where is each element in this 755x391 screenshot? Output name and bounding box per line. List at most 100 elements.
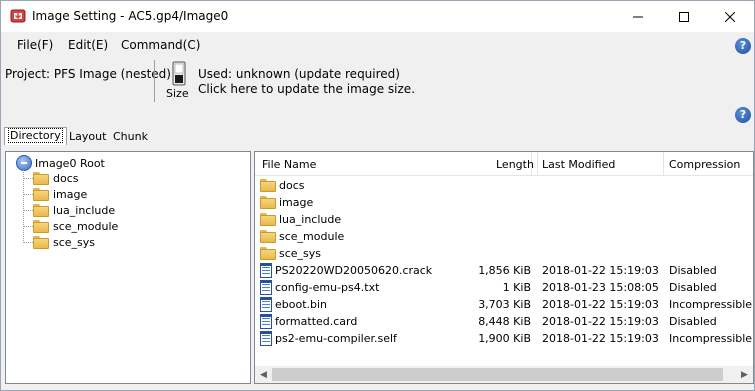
tab-chunk-label: Chunk [113, 130, 148, 143]
name-cell: PS20220WD20050620.crack [260, 262, 432, 279]
table-row[interactable]: docs [255, 177, 753, 194]
file-list[interactable]: File Name Length Last Modified Compressi… [254, 151, 754, 384]
tab-directory-label: Directory [8, 128, 63, 143]
table-row[interactable]: config-emu-ps4.txt 1 KiB 2018-01-23 15:08:… [255, 279, 753, 296]
file-icon [260, 331, 272, 346]
file-last-modified: 2018-01-22 15:19:03 [542, 332, 659, 345]
file-name: lua_include [279, 213, 342, 226]
file-name: sce_sys [279, 247, 322, 260]
folder-icon [260, 247, 276, 260]
list-header: File Name Length Last Modified Compressi… [255, 152, 753, 176]
table-row[interactable]: lua_include [255, 211, 753, 228]
tab-layout[interactable]: Layout [66, 129, 109, 145]
folder-icon [260, 213, 276, 226]
folder-icon [33, 187, 49, 201]
file-length: 8,448 KiB [478, 315, 531, 328]
tree-item-label: lua_include [53, 203, 116, 217]
tree-item-label: image [53, 187, 88, 201]
used-size-text[interactable]: Used: unknown (update required) [198, 67, 400, 81]
menu-file[interactable]: File(F) [17, 38, 53, 52]
update-size-link[interactable]: Click here to update the image size. [198, 82, 415, 96]
tree-item-docs[interactable]: docs [23, 170, 79, 186]
table-row[interactable]: ps2-emu-compiler.self 1,900 KiB 2018-01-22… [255, 330, 753, 347]
file-compression: Disabled [669, 281, 717, 294]
help-icon-secondary[interactable]: ? [735, 107, 751, 123]
file-name: PS20220WD20050620.crack [275, 264, 433, 277]
file-length: 3,703 KiB [478, 298, 531, 311]
column-header-last-modified[interactable]: Last Modified [542, 158, 615, 171]
table-row[interactable]: sce_sys [255, 245, 753, 262]
file-name: config-emu-ps4.txt [275, 281, 380, 294]
tree-root-label: Image0 Root [35, 156, 105, 170]
tree-item-sce-module[interactable]: sce_module [23, 218, 118, 234]
maximize-button[interactable] [661, 1, 707, 32]
file-compression: Disabled [669, 264, 717, 277]
column-header-length[interactable]: Length [496, 158, 534, 171]
file-last-modified: 2018-01-23 15:08:05 [542, 281, 659, 294]
folder-icon [33, 171, 49, 185]
menu-command[interactable]: Command(C) [121, 38, 200, 52]
scroll-right-icon[interactable]: ▶ [736, 366, 753, 383]
name-cell: sce_module [260, 228, 344, 245]
file-name: sce_module [279, 230, 345, 243]
close-button[interactable] [707, 1, 753, 32]
file-icon [260, 263, 272, 278]
file-length: 1,856 KiB [478, 264, 531, 277]
tree-item-sce-sys[interactable]: sce_sys [23, 234, 95, 250]
file-compression: Disabled [669, 315, 717, 328]
file-name: image [279, 196, 314, 209]
scroll-left-icon[interactable]: ◀ [255, 366, 272, 383]
menu-bar: File(F) Edit(E) Command(C) ? [1, 32, 754, 56]
table-row[interactable]: sce_module [255, 228, 753, 245]
tree-root-item[interactable]: Image0 Root [16, 155, 105, 171]
app-icon [10, 9, 26, 23]
column-header-compression[interactable]: Compression [669, 158, 740, 171]
title-bar[interactable]: Image Setting - AC5.gp4/Image0 [1, 1, 754, 32]
menu-edit[interactable]: Edit(E) [68, 38, 108, 52]
file-last-modified: 2018-01-22 15:19:03 [542, 264, 659, 277]
column-header-file-name[interactable]: File Name [262, 158, 316, 171]
file-icon [260, 297, 272, 312]
help-icon[interactable]: ? [735, 38, 751, 54]
file-length: 1,900 KiB [478, 332, 531, 345]
folder-icon [260, 196, 276, 209]
scrollbar-thumb[interactable] [272, 368, 723, 381]
file-length: 1 KiB [502, 281, 531, 294]
table-row[interactable]: PS20220WD20050620.crack 1,856 KiB 2018-01-… [255, 262, 753, 279]
table-row[interactable]: formatted.card 8,448 KiB 2018-01-22 15:19:… [255, 313, 753, 330]
name-cell: image [260, 194, 313, 211]
name-cell: docs [260, 177, 305, 194]
tree-item-label: sce_sys [53, 235, 96, 249]
folder-icon [33, 219, 49, 233]
tab-directory[interactable]: Directory [4, 127, 67, 145]
directory-tree[interactable]: Image0 Root docs image lua_include sce_m… [5, 151, 251, 384]
name-cell: sce_sys [260, 245, 321, 262]
window-title: Image Setting - AC5.gp4/Image0 [32, 9, 229, 23]
tree-item-lua-include[interactable]: lua_include [23, 202, 115, 218]
tab-chunk[interactable]: Chunk [110, 129, 151, 145]
folder-icon [260, 179, 276, 192]
close-icon [725, 11, 735, 22]
file-compression: Incompressible [669, 332, 753, 345]
disc-root-icon [16, 155, 32, 171]
name-cell: ps2-emu-compiler.self [260, 330, 397, 347]
folder-icon [33, 203, 49, 217]
file-name: eboot.bin [275, 298, 328, 311]
file-compression: Incompressible [669, 298, 753, 311]
table-row[interactable]: image [255, 194, 753, 211]
file-last-modified: 2018-01-22 15:19:03 [542, 298, 659, 311]
table-row[interactable]: eboot.bin 3,703 KiB 2018-01-22 15:19:03 Inc… [255, 296, 753, 313]
file-name: formatted.card [275, 315, 358, 328]
tree-item-image[interactable]: image [23, 186, 87, 202]
name-cell: lua_include [260, 211, 341, 228]
file-name: docs [279, 179, 305, 192]
horizontal-scrollbar[interactable]: ◀ ▶ [255, 366, 753, 383]
file-last-modified: 2018-01-22 15:19:03 [542, 315, 659, 328]
name-cell: config-emu-ps4.txt [260, 279, 379, 296]
minimize-icon [633, 16, 643, 17]
minimize-button[interactable] [615, 1, 661, 32]
tree-item-label: docs [53, 171, 79, 185]
storage-size-icon[interactable] [171, 61, 187, 86]
project-label: Project: PFS Image (nested) [5, 67, 171, 81]
folder-icon [260, 230, 276, 243]
